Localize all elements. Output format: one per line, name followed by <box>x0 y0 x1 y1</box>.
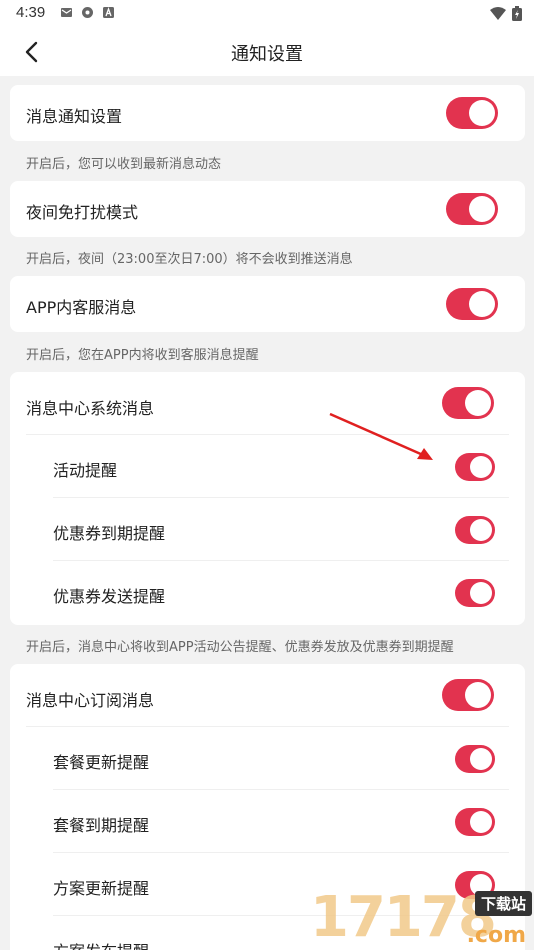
nav-bar: 通知设置 <box>0 28 534 76</box>
toggle-coupon-send[interactable] <box>455 579 495 607</box>
setting-label: 方案更新提醒 <box>53 879 150 898</box>
setting-row-coupon-expire: 优惠券到期提醒 <box>10 498 525 561</box>
toggle-coupon-expire[interactable] <box>455 516 495 544</box>
setting-label: 优惠券发送提醒 <box>53 587 166 606</box>
toggle-package-expire[interactable] <box>455 808 495 836</box>
toggle-knob <box>470 811 492 833</box>
toggle-knob <box>470 456 492 478</box>
message-icon <box>61 8 72 17</box>
setting-row-app-service: APP内客服消息 <box>10 276 525 332</box>
setting-row-activity: 活动提醒 <box>10 435 525 498</box>
toggle-subscription-messages[interactable] <box>442 679 494 711</box>
status-right <box>490 6 522 21</box>
toggle-knob <box>465 390 491 416</box>
hint-text: 开启后，您可以收到最新消息动态 <box>26 157 222 172</box>
toggle-system-messages[interactable] <box>442 387 494 419</box>
annotation-arrow-icon <box>329 412 433 460</box>
setting-label: 方案发布提醒 <box>53 938 149 950</box>
page-title: 通知设置 <box>231 44 303 65</box>
setting-label: 消息通知设置 <box>26 107 123 126</box>
hint-text: 开启后，夜间（23:00至次日7:00）将不会收到推送消息 <box>26 252 353 267</box>
card-system-messages: 消息中心系统消息 活动提醒 优惠券到期提醒 优惠券发送提醒 <box>10 372 525 625</box>
wifi-icon <box>490 7 506 20</box>
toggle-knob <box>465 682 491 708</box>
card-app-service: APP内客服消息 <box>10 276 525 332</box>
card-night-mode: 夜间免打扰模式 <box>10 181 525 237</box>
hint-text: 开启后，消息中心将收到APP活动公告提醒、优惠券发放及优惠券到期提醒 <box>26 640 454 655</box>
toggle-knob <box>469 291 495 317</box>
setting-label: 活动提醒 <box>53 461 118 480</box>
setting-label: 夜间免打扰模式 <box>26 203 139 222</box>
font-a-icon <box>103 7 114 18</box>
notification-icons <box>60 6 115 19</box>
setting-row-message-notification: 消息通知设置 <box>10 85 525 141</box>
battery-icon <box>512 6 522 21</box>
card-message-notification: 消息通知设置 <box>10 85 525 141</box>
setting-row-package-expire: 套餐到期提醒 <box>10 790 525 853</box>
toggle-knob <box>470 748 492 770</box>
setting-row-package-update: 套餐更新提醒 <box>10 727 525 790</box>
toggle-night-mode[interactable] <box>446 193 498 225</box>
setting-label: 消息中心系统消息 <box>26 399 155 418</box>
watermark-badge: 下载站 <box>474 891 532 916</box>
setting-label: APP内客服消息 <box>26 298 137 317</box>
hint-text: 开启后，您在APP内将收到客服消息提醒 <box>26 348 259 363</box>
status-bar: 4:39 <box>0 0 534 28</box>
toggle-message-notification[interactable] <box>446 97 498 129</box>
toggle-activity[interactable] <box>455 453 495 481</box>
toggle-app-service[interactable] <box>446 288 498 320</box>
setting-row-coupon-send: 优惠券发送提醒 <box>10 561 525 624</box>
setting-label: 套餐到期提醒 <box>53 816 150 835</box>
shutter-icon <box>82 7 93 18</box>
status-time: 4:39 <box>16 4 46 21</box>
toggle-knob <box>470 582 492 604</box>
toggle-knob <box>470 519 492 541</box>
setting-row-subscription-messages: 消息中心订阅消息 <box>10 664 525 727</box>
setting-label: 优惠券到期提醒 <box>53 524 166 543</box>
setting-row-system-messages: 消息中心系统消息 <box>10 372 525 435</box>
setting-label: 套餐更新提醒 <box>53 753 150 772</box>
toggle-package-update[interactable] <box>455 745 495 773</box>
setting-row-night-mode: 夜间免打扰模式 <box>10 181 525 237</box>
toggle-knob <box>469 196 495 222</box>
watermark-logo: 17178 下载站 .com <box>310 885 534 950</box>
watermark-suffix: .com <box>466 923 526 948</box>
setting-label: 消息中心订阅消息 <box>26 691 155 710</box>
toggle-knob <box>469 100 495 126</box>
